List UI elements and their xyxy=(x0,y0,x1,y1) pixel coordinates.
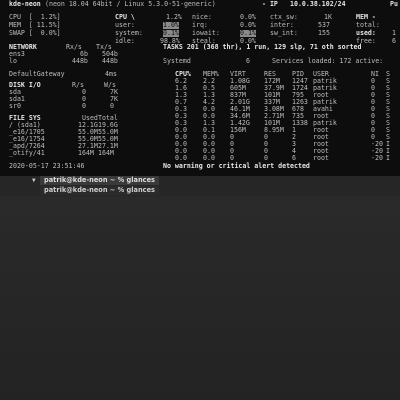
mem-title: MEM - xyxy=(356,13,376,21)
network-tx: 448b xyxy=(102,57,118,65)
cpu-user-label: user: xyxy=(115,21,135,29)
cpu-iowait-value: 0.1% xyxy=(240,29,256,37)
process-cell: 0.0 xyxy=(203,154,215,162)
network-iface: lo xyxy=(9,57,17,65)
disk-read: 0 xyxy=(82,102,86,110)
process-cell: root xyxy=(313,154,329,162)
mem-used-value: 1 xyxy=(392,29,396,37)
alert-status: No warning or critical alert detected xyxy=(163,162,310,170)
cpu-nice-label: nice: xyxy=(192,13,212,21)
datetime: 2020-05-17 23:51:46 xyxy=(9,162,85,170)
process-cell: 0.0 xyxy=(175,154,187,162)
desktop-background xyxy=(0,196,400,400)
default-gateway-label: DefaultGateway xyxy=(9,70,65,78)
default-gateway-latency: 4ms xyxy=(105,70,117,78)
cpu-system-label: system: xyxy=(115,29,143,37)
hostname: kde-neon xyxy=(9,0,41,8)
terminal-tab-active[interactable]: patrik@kde-neon ~ % glances xyxy=(40,176,159,185)
systemd-label: Systemd xyxy=(163,57,191,65)
process-cell: 0 xyxy=(264,154,268,162)
fs-mount: _otify/41 xyxy=(9,149,45,157)
mem-free-value: 6 xyxy=(392,37,396,45)
inter-label: inter: xyxy=(270,21,294,29)
sw-int-value: 155 xyxy=(318,29,330,37)
cpu-irq-label: irq: xyxy=(192,21,208,29)
os-info: (neon 18.04 64bit / Linux 5.3.0-51-gener… xyxy=(45,0,216,8)
sw-int-label: sw_int: xyxy=(270,29,298,37)
mem-used-label: used: xyxy=(356,29,376,37)
fs-used: 164M xyxy=(78,149,94,157)
services-loaded: Services loaded: 172 active: xyxy=(272,57,384,65)
mem-total-label: total: xyxy=(356,21,380,29)
quicklook-mem: MEM [ 11.5%] xyxy=(9,21,61,29)
ip-address: 10.0.38.102/24 xyxy=(290,0,346,8)
cpu-title: CPU \ xyxy=(115,13,135,21)
disk-write: 0 xyxy=(110,102,114,110)
systemd-count: 6 xyxy=(246,57,250,65)
disk-name: sr0 xyxy=(9,102,21,110)
cpu-nice-value: 0.0% xyxy=(240,13,256,21)
network-rx: 448b xyxy=(72,57,88,65)
quicklook-swap: SWAP [ 0.0%] xyxy=(9,29,61,37)
terminal-window[interactable]: kde-neon (neon 18.04 64bit / Linux 5.3.0… xyxy=(0,0,400,176)
quicklook-cpu: CPU [ 1.2%] xyxy=(9,13,61,21)
ctx-sw-value: 1K xyxy=(324,13,332,21)
process-cell: 6 xyxy=(292,154,296,162)
terminal-tab[interactable]: patrik@kde-neon ~ % glances xyxy=(40,186,159,195)
process-cell: I xyxy=(386,154,390,162)
process-cell: 0 xyxy=(230,154,234,162)
ctx-sw-label: ctx_sw: xyxy=(270,13,298,21)
inter-value: 537 xyxy=(318,21,330,29)
cpu-system-value: 0.1% xyxy=(163,29,179,37)
process-cell: -20 xyxy=(371,154,383,162)
cpu-user-value: 1.0% xyxy=(163,21,179,29)
ip-label: - IP xyxy=(262,0,278,8)
cpu-irq-value: 0.0% xyxy=(240,21,256,29)
chevron-down-icon[interactable]: ▼ xyxy=(32,176,36,185)
fs-total: 164M xyxy=(98,149,114,157)
cpu-iowait-label: iowait: xyxy=(192,29,220,37)
cpu-total: 1.2% xyxy=(166,13,182,21)
cpu-idle-label: idle: xyxy=(115,37,135,45)
public-ip-label: Pu xyxy=(390,0,398,8)
terminal-tab-bar: ▼ patrik@kde-neon ~ % glances patrik@kde… xyxy=(0,176,400,196)
tasks-summary: TASKS 201 (368 thr), 1 run, 129 slp, 71 … xyxy=(163,43,362,51)
